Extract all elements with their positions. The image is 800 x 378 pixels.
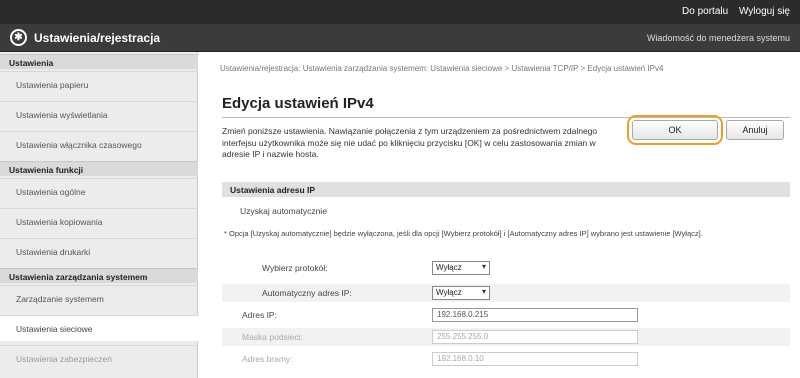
subnet-mask-field[interactable]: 255.255.255.0	[432, 330, 638, 344]
subnet-mask-row: Maska podsieci: 255.255.255.0	[222, 328, 790, 346]
sidebar-item-paper[interactable]: Ustawienia papieru	[0, 71, 198, 97]
protocol-select[interactable]: Wyłącz ▾	[432, 261, 490, 275]
sidebar-item-display[interactable]: Ustawienia wyświetlania	[0, 101, 198, 127]
auto-obtain-note: * Opcja [Uzyskaj automatycznie] będzie w…	[224, 229, 703, 238]
gear-icon: ✱	[10, 29, 27, 46]
sidebar-item-network[interactable]: Ustawienia sieciowe	[0, 315, 198, 341]
cancel-button[interactable]: Anuluj	[726, 120, 784, 140]
ip-address-field[interactable]: 192.168.0.215	[432, 308, 638, 322]
sidebar: Ustawienia Ustawienia papieru Ustawienia…	[0, 52, 198, 378]
sidebar-heading-functions: Ustawienia funkcji	[0, 161, 198, 176]
protocol-row: Wybierz protokół: Wyłącz ▾	[222, 259, 790, 277]
sidebar-item-printer[interactable]: Ustawienia drukarki	[0, 238, 198, 264]
auto-ip-select-value: Wyłącz	[436, 288, 462, 297]
sidebar-item-system-management[interactable]: Zarządzanie systemem	[0, 285, 198, 311]
page-description: Zmień poniższe ustawienia. Nawiązanie po…	[222, 126, 598, 159]
chevron-down-icon: ▾	[481, 262, 486, 271]
gateway-row: Adres bramy: 192.168.0.10	[222, 350, 790, 368]
sidebar-heading-system: Ustawienia zarządzania systemem	[0, 268, 198, 283]
top-links: Do portalu Wyloguj się	[674, 6, 790, 17]
logout-link[interactable]: Wyloguj się	[739, 6, 790, 17]
protocol-label: Wybierz protokół:	[262, 263, 328, 273]
ok-button[interactable]: OK	[632, 120, 718, 140]
auto-ip-select[interactable]: Wyłącz ▾	[432, 286, 490, 300]
app-title: Ustawienia/rejestracja	[34, 31, 161, 45]
ip-address-label: Adres IP:	[242, 310, 277, 320]
protocol-select-value: Wyłącz	[436, 263, 462, 272]
top-bar: Do portalu Wyloguj się	[0, 0, 800, 24]
sidebar-item-copy[interactable]: Ustawienia kopiowania	[0, 208, 198, 234]
portal-link[interactable]: Do portalu	[682, 6, 728, 17]
chevron-down-icon: ▾	[481, 287, 486, 296]
main-content: Ustawienia/rejestracja: Ustawienia zarzą…	[212, 52, 792, 378]
gateway-label: Adres bramy:	[242, 354, 293, 364]
gateway-field[interactable]: 192.168.0.10	[432, 352, 638, 366]
subnet-mask-label: Maska podsieci:	[242, 332, 303, 342]
auto-ip-row: Automatyczny adres IP: Wyłącz ▾	[222, 284, 790, 302]
sidebar-item-general[interactable]: Ustawienia ogólne	[0, 178, 198, 204]
page-title: Edycja ustawień IPv4	[222, 95, 374, 112]
ip-address-row: Adres IP: 192.168.0.215	[222, 306, 790, 324]
title-bar: ✱ Ustawienia/rejestracja Wiadomość do me…	[0, 24, 800, 52]
breadcrumb: Ustawienia/rejestracja: Ustawienia zarzą…	[220, 64, 664, 73]
section-ip-settings: Ustawienia adresu IP	[222, 182, 790, 197]
sidebar-item-timer[interactable]: Ustawienia włącznika czasowego	[0, 131, 198, 157]
sidebar-heading-settings: Ustawienia	[0, 54, 198, 69]
sidebar-item-security[interactable]: Ustawienia zabezpieczeń	[0, 345, 198, 371]
auto-ip-label: Automatyczny adres IP:	[262, 288, 352, 298]
obtain-automatically-label: Uzyskaj automatycznie	[240, 206, 327, 216]
message-to-admin-link[interactable]: Wiadomość do menedżera systemu	[647, 33, 790, 43]
